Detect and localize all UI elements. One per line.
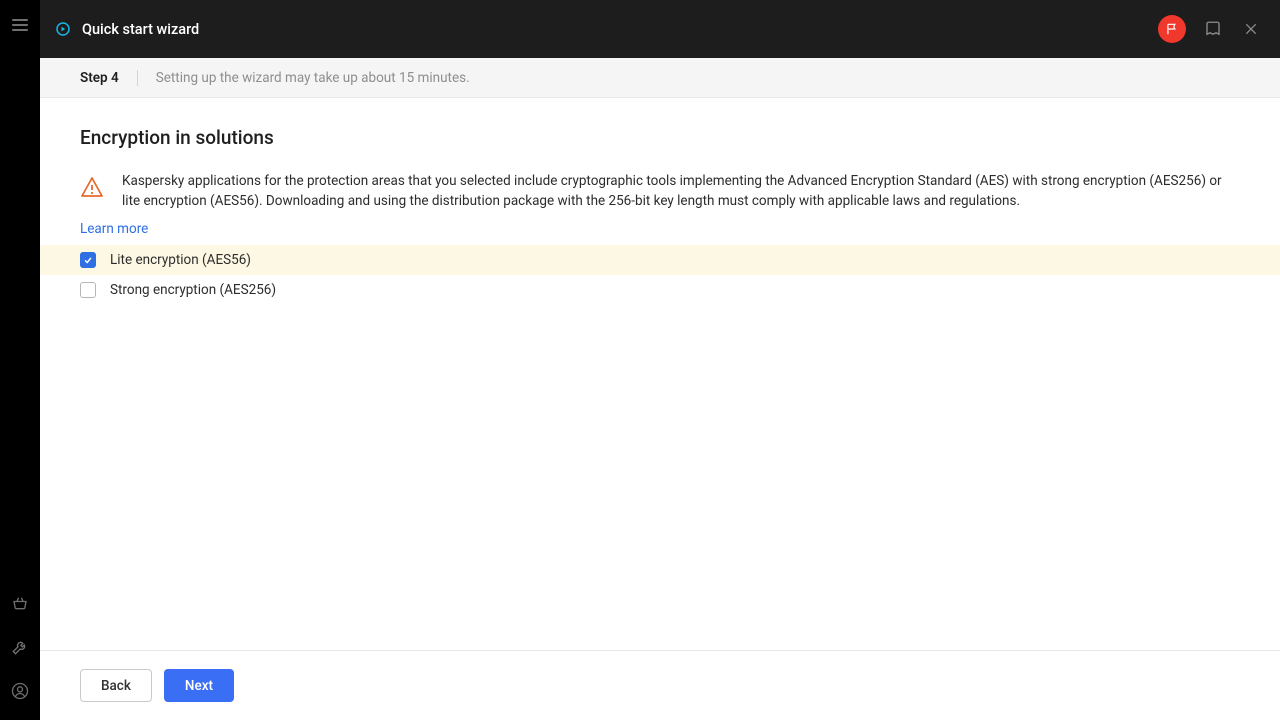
page-title: Quick start wizard	[82, 21, 199, 38]
section-description: Kaspersky applications for the protectio…	[122, 171, 1240, 212]
step-note: Setting up the wizard may take up about …	[138, 70, 470, 86]
section-title: Encryption in solutions	[80, 126, 1240, 149]
option-label: Strong encryption (AES256)	[110, 282, 276, 298]
wizard-icon	[54, 20, 72, 38]
learn-more-link[interactable]: Learn more	[80, 221, 148, 237]
wrench-icon[interactable]	[9, 636, 31, 658]
next-button[interactable]: Next	[164, 669, 234, 702]
bookmark-icon[interactable]	[1202, 18, 1224, 40]
option-strong-encryption[interactable]: Strong encryption (AES256)	[40, 275, 1280, 305]
content-area: Encryption in solutions Kaspersky applic…	[40, 98, 1280, 650]
close-icon[interactable]	[1240, 18, 1262, 40]
checkbox-lite[interactable]	[80, 252, 96, 268]
checkbox-strong[interactable]	[80, 282, 96, 298]
step-label: Step 4	[80, 70, 138, 86]
menu-icon[interactable]	[9, 14, 31, 36]
basket-icon[interactable]	[9, 592, 31, 614]
warning-icon	[80, 175, 104, 199]
option-lite-encryption[interactable]: Lite encryption (AES56)	[40, 245, 1280, 275]
top-bar: Quick start wizard	[40, 0, 1280, 58]
step-strip: Step 4 Setting up the wizard may take up…	[40, 58, 1280, 98]
option-label: Lite encryption (AES56)	[110, 252, 251, 268]
left-rail	[0, 0, 40, 720]
flag-button[interactable]	[1158, 15, 1186, 43]
back-button[interactable]: Back	[80, 669, 152, 702]
account-icon[interactable]	[9, 680, 31, 702]
footer: Back Next	[40, 650, 1280, 720]
